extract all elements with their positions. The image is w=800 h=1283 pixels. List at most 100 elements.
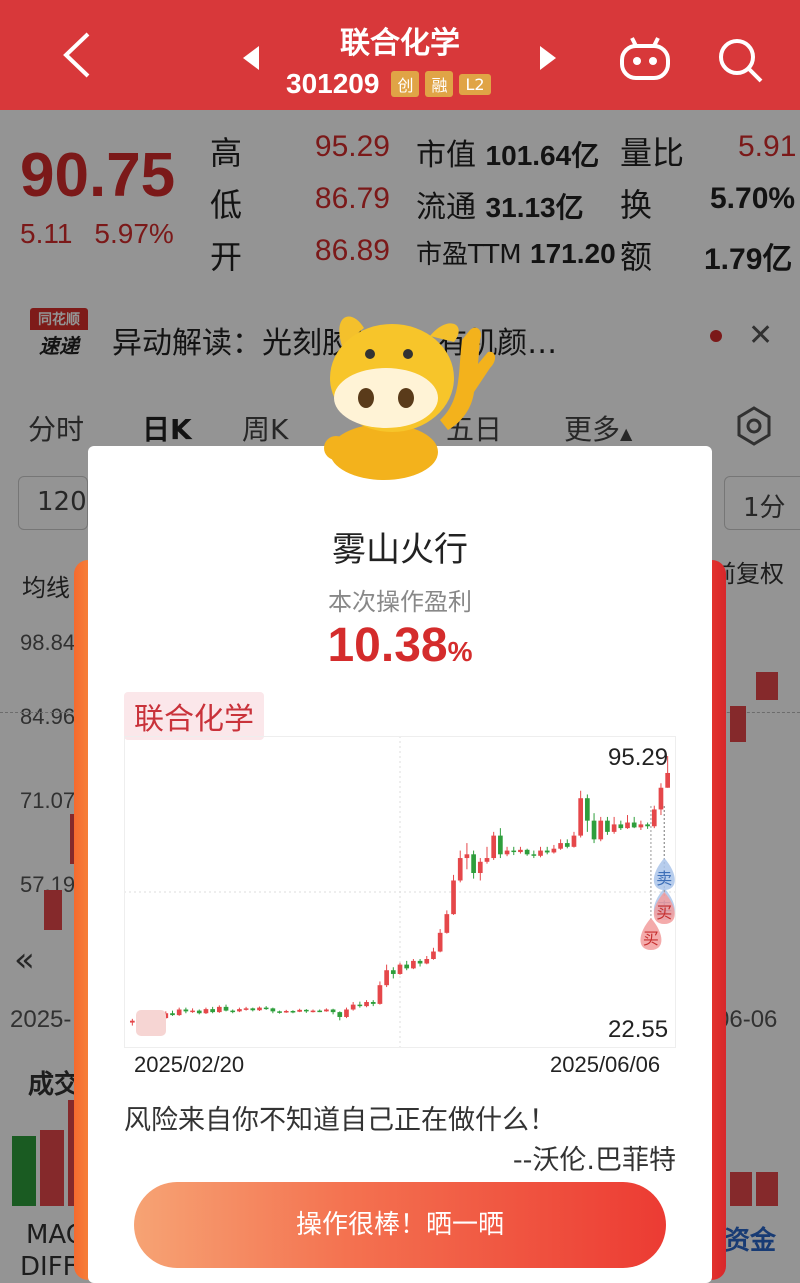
candle-body	[538, 850, 543, 856]
candle-body	[471, 854, 476, 874]
stock-name: 联合化学	[340, 26, 460, 61]
candle-body	[176, 1009, 182, 1016]
candle-body	[263, 1007, 269, 1010]
candle-body	[404, 964, 410, 969]
candle-body	[417, 960, 423, 964]
bull-mascot-icon	[324, 316, 496, 480]
watermark-logo-icon	[136, 1010, 166, 1036]
profit-unit: %	[447, 636, 473, 667]
candle-body	[210, 1009, 215, 1013]
candle-body	[237, 1009, 242, 1012]
candle-body	[196, 1010, 202, 1014]
candle-body	[377, 985, 383, 1004]
badge-l2: L2	[459, 73, 491, 95]
candle-body	[370, 1002, 376, 1004]
candle-body	[651, 809, 657, 827]
robot-assistant-icon[interactable]	[618, 36, 672, 82]
candle-body	[591, 820, 597, 840]
candle-body	[598, 820, 604, 840]
candle-body	[330, 1009, 336, 1013]
candle-body	[397, 964, 403, 974]
candle-body	[585, 798, 590, 821]
candle-body	[531, 854, 537, 856]
candle-body	[130, 1020, 135, 1023]
candle-body	[491, 835, 497, 859]
badge-rong: 融	[425, 71, 454, 97]
candle-body	[337, 1012, 343, 1017]
candle-body	[317, 1010, 323, 1013]
profit-share-dialog: 雾山火行 本次操作盈利 10.38% 联合化学 买卖买卖 95.29 22.55…	[88, 446, 712, 1283]
candle-body	[477, 861, 483, 874]
candle-body	[551, 848, 557, 853]
badge-chuang: 创	[391, 71, 420, 97]
candle-body	[611, 824, 617, 832]
dialog-title: 雾山火行	[332, 530, 468, 570]
profit-value: 10.38	[327, 619, 448, 672]
candle-body	[411, 960, 416, 969]
candle-body	[618, 824, 624, 829]
candle-body	[190, 1010, 195, 1013]
candle-body	[631, 822, 637, 828]
candle-body	[564, 843, 570, 847]
candle-body	[216, 1006, 222, 1013]
stock-code: 301209	[286, 68, 380, 99]
candle-body	[511, 850, 517, 853]
candle-body	[364, 1002, 369, 1007]
candle-body	[658, 787, 664, 810]
candle-body	[350, 1004, 356, 1010]
candle-body	[544, 850, 550, 853]
trade-marker-label: 买	[643, 929, 659, 948]
candle-body	[464, 854, 470, 859]
stock-header: 联合化学 301209 创 融 L2	[0, 0, 800, 110]
motto-author: --沃伦.巴菲特	[512, 1145, 676, 1176]
candle-body	[437, 932, 443, 952]
chart-high-label: 95.29	[608, 744, 669, 771]
candle-body	[203, 1009, 209, 1014]
profit-percent: 10.38%	[88, 618, 712, 673]
dialog-subtitle: 本次操作盈利	[328, 588, 472, 616]
search-icon[interactable]	[716, 36, 764, 84]
candle-body	[384, 970, 389, 986]
candle-body	[324, 1009, 329, 1012]
candle-body	[303, 1009, 309, 1012]
candle-body	[183, 1009, 189, 1012]
candle-body	[451, 880, 456, 915]
next-stock-icon[interactable]	[540, 46, 556, 70]
candle-body	[504, 850, 510, 855]
candle-body	[457, 858, 463, 881]
candle-body	[223, 1006, 229, 1011]
candle-body	[578, 798, 584, 836]
candle-body	[277, 1011, 282, 1013]
candle-body	[283, 1010, 289, 1013]
stock-tag: 联合化学	[124, 692, 264, 740]
candle-body	[638, 824, 644, 828]
candle-body	[230, 1010, 236, 1013]
candle-body	[498, 835, 503, 855]
candle-body	[424, 959, 430, 964]
candle-body	[344, 1009, 349, 1017]
candle-body	[357, 1004, 363, 1007]
stock-code-row: 301209 创 融 L2	[286, 68, 491, 100]
candle-body	[243, 1008, 249, 1010]
candle-body	[645, 824, 650, 827]
candle-body	[625, 822, 630, 829]
candlestick-chart: 买卖买卖	[124, 736, 676, 1048]
candle-body	[297, 1009, 302, 1012]
candle-body	[270, 1008, 276, 1012]
candle-body	[484, 858, 490, 862]
candle-body	[390, 970, 396, 974]
candle-body	[518, 849, 523, 853]
candle-body	[605, 820, 610, 832]
chart-date-end: 2025/06/06	[550, 1052, 661, 1077]
candle-body	[310, 1010, 316, 1013]
candle-body	[250, 1008, 256, 1011]
candle-body	[170, 1013, 175, 1016]
chart-date-start: 2025/02/20	[134, 1052, 245, 1077]
candle-body	[257, 1007, 262, 1011]
candle-body	[524, 849, 530, 855]
candle-body	[558, 843, 563, 849]
share-button[interactable]: 操作很棒！晒一晒	[134, 1182, 666, 1268]
candle-body	[431, 951, 436, 960]
candle-body	[571, 835, 577, 847]
candle-body	[665, 772, 670, 788]
